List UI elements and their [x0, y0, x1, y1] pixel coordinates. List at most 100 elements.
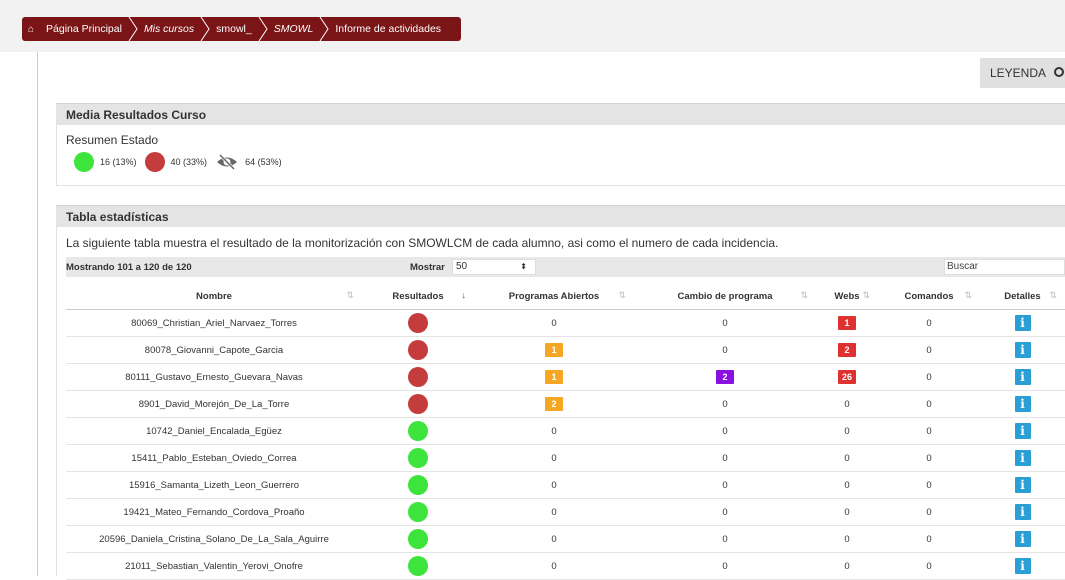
cell-cambio: 0 [634, 336, 816, 364]
table-row: 8901_David_Morejón_De_La_Torre 2 0 0 0 i [66, 390, 1065, 418]
cell-webs: 2 [816, 336, 878, 364]
cell-programas: 0 [474, 309, 634, 337]
cambio-value: 0 [722, 425, 728, 437]
column-header-detalles[interactable]: Detalles ⇅ [980, 283, 1065, 310]
breadcrumb-chevron-icon [128, 17, 138, 41]
cambio-value: 0 [722, 317, 728, 329]
info-icon[interactable]: i [1014, 477, 1031, 493]
cell-detalles: i [980, 390, 1065, 418]
page-size-value: 50 [456, 261, 468, 272]
sort-icon: ⇅ [618, 290, 626, 300]
breadcrumb-item[interactable]: SMOWL [268, 17, 320, 41]
programas-value: 0 [551, 452, 557, 464]
cell-resultado [362, 552, 474, 580]
table-row: 21011_Sebastian_Valentin_Yerovi_Onofre 0 0… [66, 552, 1065, 580]
programas-badge: 1 [545, 343, 563, 357]
webs-value: 0 [844, 398, 850, 410]
info-icon[interactable]: i [1014, 504, 1031, 520]
cell-nombre: 80111_Gustavo_Ernesto_Guevara_Navas [66, 363, 362, 391]
cell-nombre: 8901_David_Morejón_De_La_Torre [66, 390, 362, 418]
cell-comandos: 0 [878, 525, 980, 553]
cell-programas: 0 [474, 552, 634, 580]
info-icon[interactable]: i [1014, 558, 1031, 574]
leyenda-button[interactable]: LEYENDA [980, 58, 1065, 88]
cell-resultado [362, 309, 474, 337]
info-icon[interactable]: i [1014, 315, 1031, 331]
cell-comandos: 0 [878, 471, 980, 499]
breadcrumb-item[interactable]: Página Principal [40, 17, 128, 41]
column-header-nombre[interactable]: Nombre ⇅ [66, 283, 362, 310]
cell-nombre: 80078_Giovanni_Capote_Garcia [66, 336, 362, 364]
cell-comandos: 0 [878, 336, 980, 364]
sort-icon: ⇅ [862, 290, 870, 300]
breadcrumb-item: Informe de actividades [335, 23, 442, 35]
info-icon[interactable]: i [1014, 450, 1031, 466]
programas-value: 0 [551, 506, 557, 518]
programas-badge: 1 [545, 370, 563, 384]
fail-dot-icon [408, 367, 428, 387]
ok-dot-icon [74, 152, 94, 172]
table-row: 15411_Pablo_Esteban_Oviedo_Correa 0 0 0 0 i [66, 444, 1065, 472]
fail-dot-icon [144, 152, 165, 172]
info-icon[interactable]: i [1014, 369, 1031, 385]
cell-programas: 1 [474, 336, 634, 364]
cell-comandos: 0 [878, 417, 980, 445]
cell-resultado [362, 363, 474, 391]
ok-dot-icon [408, 502, 428, 522]
tabla-panel-header: Tabla estadísticas [56, 205, 1065, 227]
programas-value: 0 [551, 317, 557, 329]
resumen-label: Resumen Estado [66, 133, 159, 147]
fail-dot-icon [408, 394, 428, 414]
table-row: 10742_Daniel_Encalada_Egüez 0 0 0 0 i [66, 417, 1065, 445]
cambio-value: 0 [722, 533, 728, 545]
cell-programas: 0 [474, 471, 634, 499]
ok-dot-icon [408, 556, 428, 576]
webs-badge: 26 [838, 370, 856, 384]
breadcrumb-item[interactable]: smowl_ [210, 17, 258, 41]
column-header-webs[interactable]: Webs ⇅ [816, 283, 878, 310]
sort-icon: ⇅ [800, 290, 808, 300]
info-icon[interactable]: i [1014, 423, 1031, 439]
cell-programas: 2 [474, 390, 634, 418]
cell-cambio: 0 [634, 417, 816, 445]
column-header-comandos[interactable]: Comandos ⇅ [878, 283, 980, 310]
cell-webs: 0 [816, 552, 878, 580]
info-icon[interactable]: i [1014, 531, 1031, 547]
cell-comandos: 0 [878, 498, 980, 526]
table-row: 19421_Mateo_Fernando_Cordova_Proaño 0 0 0 0 i [66, 498, 1065, 526]
page-size-select[interactable]: 50 ⬍ [452, 259, 536, 275]
webs-value: 0 [844, 560, 850, 572]
column-header-resultados[interactable]: Resultados ↓ [362, 283, 474, 310]
cell-programas: 0 [474, 417, 634, 445]
column-header-cambio-de-programa[interactable]: Cambio de programa ⇅ [634, 283, 816, 310]
search-placeholder: Buscar [947, 261, 979, 272]
cell-nombre: 10742_Daniel_Encalada_Egüez [66, 417, 362, 445]
info-icon[interactable]: i [1014, 396, 1031, 412]
cell-nombre: 80069_Christian_Ariel_Narvaez_Torres [66, 309, 362, 337]
cell-comandos: 0 [878, 363, 980, 391]
info-icon[interactable]: i [1014, 342, 1031, 358]
cell-detalles: i [980, 336, 1065, 364]
cell-resultado [362, 444, 474, 472]
webs-value: 0 [844, 533, 850, 545]
cambio-value: 0 [722, 506, 728, 518]
column-header-label: Programas Abiertos [508, 290, 600, 302]
fail-dot-icon [408, 340, 428, 360]
column-header-label: Comandos [904, 290, 954, 302]
cell-resultado [362, 336, 474, 364]
column-header-programas-abiertos[interactable]: Programas Abiertos ⇅ [474, 283, 634, 310]
ok-dot-icon [408, 421, 428, 441]
ok-dot-icon [408, 529, 428, 549]
cell-webs: 0 [816, 390, 878, 418]
cell-programas: 0 [474, 498, 634, 526]
search-input[interactable]: Buscar [944, 259, 1065, 275]
table-row: 15916_Samanta_Lizeth_Leon_Guerrero 0 0 0 0 i [66, 471, 1065, 499]
column-header-label: Resultados [392, 290, 444, 302]
sort-icon: ⇅ [964, 290, 972, 300]
mostrar-label: Mostrar [410, 262, 445, 273]
column-header-label: Detalles [1004, 290, 1041, 302]
breadcrumb: ⌂ Página Principal Mis cursos smowl_ SMOWL In… [22, 17, 462, 41]
cell-cambio: 0 [634, 309, 816, 337]
breadcrumb-item[interactable]: Mis cursos [138, 17, 200, 41]
programas-value: 0 [551, 533, 557, 545]
